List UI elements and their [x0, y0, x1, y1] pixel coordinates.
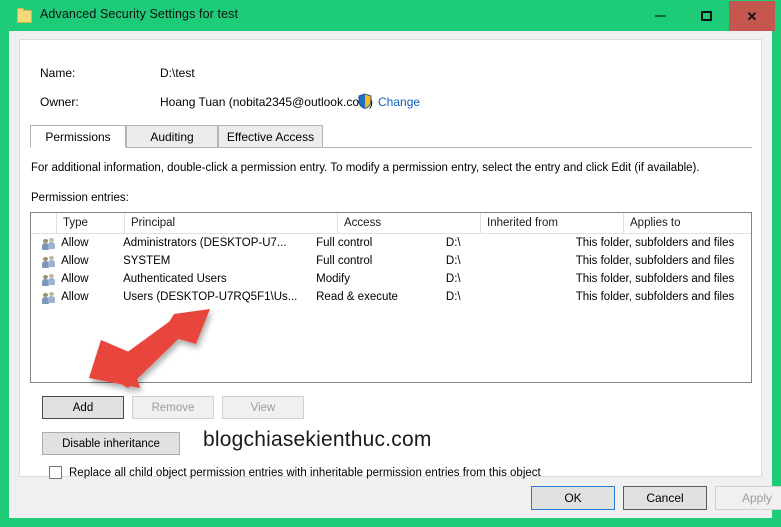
- table-row[interactable]: Allow Administrators (DESKTOP-U7... Full…: [31, 234, 751, 252]
- table-row[interactable]: Allow Authenticated Users Modify D:\ Thi…: [31, 270, 751, 288]
- window-controls: ✕: [637, 1, 775, 31]
- maximize-icon: [700, 11, 712, 21]
- cell-applies-to: This folder, subfolders and files: [575, 237, 735, 249]
- tab-underline: [30, 147, 752, 148]
- title-bar: Advanced Security Settings for test ✕: [0, 0, 781, 31]
- table-row[interactable]: Allow SYSTEM Full control D:\ This folde…: [31, 252, 751, 270]
- replace-child-permissions-checkbox-row[interactable]: Replace all child object permission entr…: [42, 466, 541, 479]
- folder-icon: [17, 8, 32, 23]
- cell-type: Allow: [61, 291, 89, 303]
- cell-inherited-from: D:\: [445, 255, 461, 267]
- remove-button[interactable]: Remove: [132, 396, 214, 419]
- cell-applies-to: This folder, subfolders and files: [575, 255, 735, 267]
- owner-value: Hoang Tuan (nobita2345@outlook.com): [160, 95, 373, 109]
- row-icon-cell: [31, 273, 55, 286]
- close-icon: ✕: [746, 8, 758, 24]
- watermark-text: blogchiasekienthuc.com: [203, 428, 432, 451]
- view-button[interactable]: View: [222, 396, 304, 419]
- window-title: Advanced Security Settings for test: [40, 7, 239, 21]
- close-button[interactable]: ✕: [729, 1, 775, 31]
- users-icon: [42, 255, 55, 268]
- minimize-button[interactable]: [637, 1, 683, 31]
- tab-auditing[interactable]: Auditing: [126, 125, 218, 148]
- cell-inherited-from: D:\: [445, 291, 461, 303]
- row-icon-cell: [31, 255, 55, 268]
- cell-principal: Administrators (DESKTOP-U7...: [123, 237, 287, 249]
- ok-button[interactable]: OK: [531, 486, 615, 510]
- cancel-button[interactable]: Cancel: [623, 486, 707, 510]
- users-icon: [42, 273, 55, 286]
- tab-effective-access[interactable]: Effective Access: [218, 125, 323, 148]
- cell-access: Modify: [316, 273, 350, 285]
- column-header-access[interactable]: Access: [338, 213, 481, 233]
- column-header-principal[interactable]: Principal: [125, 213, 338, 233]
- permission-entries-label: Permission entries:: [31, 192, 129, 204]
- permission-entries-list[interactable]: Type Principal Access Inherited from App…: [30, 212, 752, 383]
- row-icon-cell: [31, 291, 55, 304]
- tab-strip: Permissions Auditing Effective Access: [30, 125, 752, 148]
- apply-button[interactable]: Apply: [715, 486, 781, 510]
- minimize-icon: [654, 15, 666, 17]
- users-icon: [42, 291, 55, 304]
- tab-permissions-label: Permissions: [45, 129, 111, 144]
- name-label: Name:: [40, 66, 76, 80]
- cell-inherited-from: D:\: [445, 237, 461, 249]
- cell-inherited-from: D:\: [445, 273, 461, 285]
- column-header-applies-to[interactable]: Applies to: [624, 213, 751, 233]
- column-header-type[interactable]: Type: [57, 213, 125, 233]
- cell-applies-to: This folder, subfolders and files: [575, 291, 735, 303]
- cell-applies-to: This folder, subfolders and files: [575, 273, 735, 285]
- uac-shield-icon: [357, 93, 373, 109]
- row-icon-cell: [31, 237, 55, 250]
- tab-auditing-label: Auditing: [150, 129, 194, 144]
- client-area: Name: D:\test Owner: Hoang Tuan (nobita2…: [9, 31, 781, 518]
- cell-type: Allow: [61, 273, 89, 285]
- info-text: For additional information, double-click…: [31, 162, 700, 174]
- replace-child-permissions-checkbox[interactable]: [49, 466, 62, 479]
- users-icon: [42, 237, 55, 250]
- cell-access: Full control: [316, 255, 373, 267]
- cell-access: Full control: [316, 237, 373, 249]
- table-header-row: Type Principal Access Inherited from App…: [31, 213, 751, 234]
- tab-effective-access-label: Effective Access: [226, 129, 315, 144]
- cell-principal: Authenticated Users: [123, 273, 227, 285]
- column-header-inherited-from[interactable]: Inherited from: [481, 213, 624, 233]
- add-button[interactable]: Add: [42, 396, 124, 419]
- column-header-icon[interactable]: [31, 213, 57, 233]
- replace-child-permissions-label: Replace all child object permission entr…: [69, 466, 541, 479]
- tab-permissions[interactable]: Permissions: [30, 125, 126, 148]
- name-value: D:\test: [160, 66, 195, 80]
- disable-inheritance-button[interactable]: Disable inheritance: [42, 432, 180, 455]
- owner-label: Owner:: [40, 95, 79, 109]
- content-panel: Name: D:\test Owner: Hoang Tuan (nobita2…: [19, 39, 762, 479]
- table-row[interactable]: Allow Users (DESKTOP-U7RQ5F1\Us... Read …: [31, 288, 751, 306]
- cell-type: Allow: [61, 237, 89, 249]
- change-owner-link[interactable]: Change: [378, 95, 420, 109]
- window-frame: Advanced Security Settings for test ✕ Na…: [0, 0, 781, 527]
- maximize-button[interactable]: [683, 1, 729, 31]
- cell-type: Allow: [61, 255, 89, 267]
- cell-principal: SYSTEM: [123, 255, 171, 267]
- cell-principal: Users (DESKTOP-U7RQ5F1\Us...: [123, 291, 298, 303]
- cell-access: Read & execute: [316, 291, 398, 303]
